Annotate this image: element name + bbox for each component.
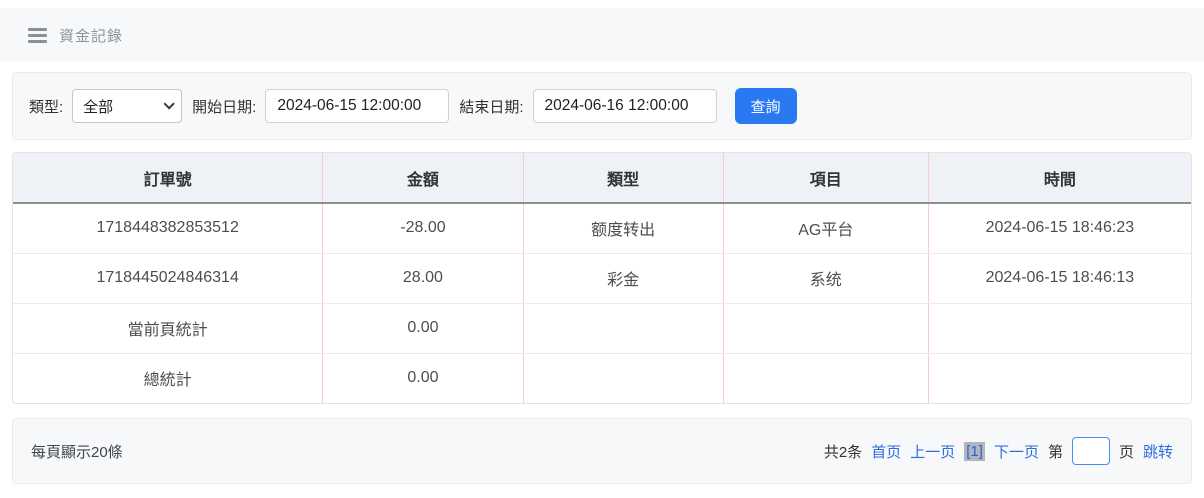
hamburger-menu-icon[interactable] [28,28,47,43]
jump-button[interactable]: 跳转 [1143,441,1173,462]
start-date-input[interactable] [265,89,449,123]
jump-prefix-label: 第 [1048,441,1063,462]
table-cell [928,303,1191,353]
table-cell: 1718445024846314 [13,253,323,303]
first-page-link[interactable]: 首页 [871,441,901,462]
type-select[interactable]: 全部 [72,89,182,123]
column-header: 類型 [523,153,723,203]
end-date-input[interactable] [533,89,717,123]
table-cell: 當前頁統計 [13,303,323,353]
table-cell: 總統計 [13,353,323,403]
table-cell [723,353,928,403]
table-cell [723,303,928,353]
current-page-indicator: [1] [964,442,985,461]
jump-page-input[interactable] [1072,437,1110,465]
page-title: 資金記錄 [59,25,123,46]
table-row: 當前頁統計0.00 [13,303,1191,353]
next-page-link[interactable]: 下一页 [994,441,1039,462]
type-select-value: 全部 [83,96,163,117]
table-header-row: 訂單號金額類型項目時間 [13,153,1191,203]
top-header-bar: 資金記錄 [0,8,1204,62]
end-date-label: 結束日期: [459,96,523,117]
chevron-down-icon [164,98,175,109]
column-header: 時間 [928,153,1191,203]
table-cell: 0.00 [323,353,523,403]
table-cell [928,353,1191,403]
funds-table: 訂單號金額類型項目時間 1718448382853512-28.00额度转出AG… [12,152,1192,404]
table-cell [523,353,723,403]
total-count-text: 共2条 [824,441,862,462]
filter-panel: 類型: 全部 開始日期: 結束日期: 查詢 [12,72,1192,140]
table-cell: 0.00 [323,303,523,353]
table-cell: 2024-06-15 18:46:13 [928,253,1191,303]
page-size-text: 每頁顯示20條 [31,441,123,462]
table-row: 171844502484631428.00彩金系统2024-06-15 18:4… [13,253,1191,303]
table-cell: 额度转出 [523,203,723,253]
prev-page-link[interactable]: 上一页 [910,441,955,462]
start-date-label: 開始日期: [192,96,256,117]
column-header: 訂單號 [13,153,323,203]
table-row: 總統計0.00 [13,353,1191,403]
table-cell [523,303,723,353]
table-row: 1718448382853512-28.00额度转出AG平台2024-06-15… [13,203,1191,253]
table-cell: 系统 [723,253,928,303]
jump-suffix-label: 页 [1119,441,1134,462]
pagination-footer: 每頁顯示20條 共2条 首页 上一页 [1] 下一页 第 页 跳转 [12,418,1192,484]
column-header: 項目 [723,153,928,203]
type-label: 類型: [29,96,63,117]
table-cell: 彩金 [523,253,723,303]
column-header: 金額 [323,153,523,203]
table-cell: 2024-06-15 18:46:23 [928,203,1191,253]
query-button[interactable]: 查詢 [735,88,797,124]
pagination-controls: 共2条 首页 上一页 [1] 下一页 第 页 跳转 [815,437,1173,465]
table-cell: 1718448382853512 [13,203,323,253]
table-cell: -28.00 [323,203,523,253]
table-cell: AG平台 [723,203,928,253]
table-cell: 28.00 [323,253,523,303]
